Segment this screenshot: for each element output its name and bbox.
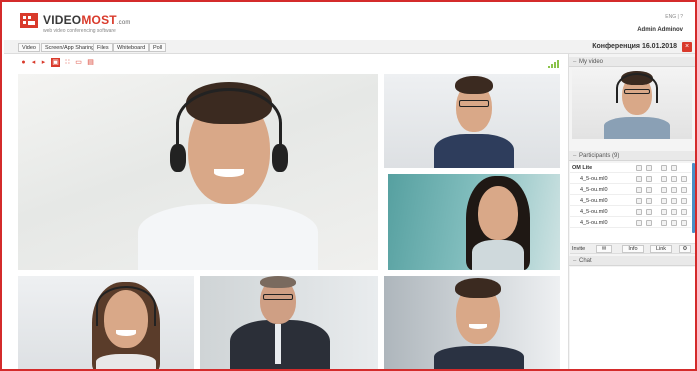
info-button[interactable]: Info xyxy=(622,245,644,253)
camera-toggle-icon[interactable] xyxy=(646,165,652,171)
participants-header[interactable]: – Participants (9) xyxy=(569,151,695,161)
remove-icon[interactable] xyxy=(681,187,687,193)
participant-name: OM Lite xyxy=(572,165,593,171)
signal-strength-icon xyxy=(548,60,560,68)
invite-email-button[interactable]: ✉ xyxy=(596,245,612,253)
participant-name: 4_5-ou.ml0 xyxy=(580,187,608,193)
participant-row[interactable]: 4_5-ou.ml0 xyxy=(570,218,691,228)
video-tile-participant-5[interactable] xyxy=(200,276,378,369)
tab-screen-sharing[interactable]: Screen/App Sharing xyxy=(41,43,99,52)
tabs-bar: Video Screen/App Sharing Files Whiteboar… xyxy=(4,40,695,54)
self-video-feed xyxy=(602,69,672,139)
logo-tagline: web video conferencing software xyxy=(43,28,116,34)
chat-header-label: Chat xyxy=(579,258,592,264)
participant-video-feed xyxy=(78,276,178,369)
media-toolbar: ● ◂ ▸ ▣ ∷ ▭ ▤ xyxy=(4,54,566,70)
logo-main: VIDEO xyxy=(43,13,82,27)
app-window: VIDEOMOST.com web video conferencing sof… xyxy=(0,0,697,371)
side-panel: – My video – Participants (9) OM Lite 4_… xyxy=(568,54,695,369)
mic-toggle-icon[interactable] xyxy=(636,187,642,193)
remove-icon[interactable] xyxy=(681,176,687,182)
remove-icon[interactable] xyxy=(681,209,687,215)
language-help-links[interactable]: ENG | ? xyxy=(665,14,683,20)
screen-icon[interactable] xyxy=(661,198,667,204)
participant-video-feed xyxy=(220,276,340,369)
participant-video-feed xyxy=(424,276,534,369)
microphone-icon[interactable]: ● xyxy=(20,59,27,66)
my-video-header[interactable]: – My video xyxy=(569,57,695,67)
screen-icon[interactable] xyxy=(661,176,667,182)
video-tile-participant-3[interactable] xyxy=(388,174,560,270)
tab-video[interactable]: Video xyxy=(18,43,40,52)
video-tile-participant-4[interactable] xyxy=(18,276,194,369)
app-header: VIDEOMOST.com web video conferencing sof… xyxy=(4,4,695,40)
chat-messages-area[interactable] xyxy=(570,267,695,369)
settings-icon[interactable]: ⚙ xyxy=(679,245,691,253)
video-tile-main-speaker[interactable] xyxy=(18,74,378,270)
menu-icon[interactable] xyxy=(671,198,677,204)
record-icon[interactable]: ▤ xyxy=(87,59,94,66)
mic-toggle-icon[interactable] xyxy=(636,198,642,204)
user-name[interactable]: Admin Adminov xyxy=(637,27,683,33)
invite-label: Invite xyxy=(572,246,586,252)
remove-icon[interactable] xyxy=(681,220,687,226)
screen-icon[interactable] xyxy=(661,220,667,226)
screen-icon[interactable] xyxy=(661,187,667,193)
participant-name: 4_5-ou.ml0 xyxy=(580,198,608,204)
tab-files[interactable]: Files xyxy=(93,43,113,52)
menu-icon[interactable] xyxy=(671,165,677,171)
link-button[interactable]: Link xyxy=(650,245,672,253)
invite-bar: Invite ✉ Info Link ⚙ xyxy=(570,243,695,254)
tab-whiteboard[interactable]: Whiteboard xyxy=(113,43,150,52)
participant-row[interactable]: 4_5-ou.ml0 xyxy=(570,207,691,217)
participants-list: OM Lite 4_5-ou.ml0 4_5-ou.ml0 4_5-ou.ml0… xyxy=(570,163,695,243)
menu-icon[interactable] xyxy=(671,209,677,215)
logo-accent: MOST xyxy=(81,13,117,27)
mic-toggle-icon[interactable] xyxy=(636,176,642,182)
participant-name: 4_5-ou.ml0 xyxy=(580,220,608,226)
logo-wordmark: VIDEOMOST.com xyxy=(43,13,131,27)
participant-row[interactable]: 4_5-ou.ml0 xyxy=(570,196,691,206)
screen-icon[interactable] xyxy=(661,209,667,215)
camera-toggle-icon[interactable] xyxy=(646,209,652,215)
participant-row[interactable]: 4_5-ou.ml0 xyxy=(570,185,691,195)
participant-row[interactable]: 4_5-ou.ml0 xyxy=(570,174,691,184)
screen-icon[interactable] xyxy=(661,165,667,171)
fullscreen-icon[interactable]: ▭ xyxy=(75,59,82,66)
mic-toggle-icon[interactable] xyxy=(636,165,642,171)
camera-toggle-icon[interactable] xyxy=(646,176,652,182)
layout-active-icon[interactable]: ▣ xyxy=(51,58,60,67)
video-tile-participant-6[interactable] xyxy=(384,276,560,369)
videomost-logo-icon xyxy=(20,13,38,28)
participant-name: 4_5-ou.ml0 xyxy=(580,176,608,182)
participants-scrollbar[interactable] xyxy=(692,163,695,233)
remove-icon[interactable] xyxy=(681,198,687,204)
speaker-icon[interactable]: ◂ xyxy=(30,59,37,66)
menu-icon[interactable] xyxy=(671,176,677,182)
camera-toggle-icon[interactable] xyxy=(646,198,652,204)
menu-icon[interactable] xyxy=(671,220,677,226)
my-video-preview xyxy=(572,69,692,139)
video-tile-participant-2[interactable] xyxy=(384,74,560,168)
participant-name: 4_5-ou.ml0 xyxy=(580,209,608,215)
participant-video-feed xyxy=(424,74,524,168)
mic-toggle-icon[interactable] xyxy=(636,220,642,226)
chat-header[interactable]: – Chat xyxy=(569,256,695,266)
mic-toggle-icon[interactable] xyxy=(636,209,642,215)
my-video-header-label: My video xyxy=(579,59,604,65)
camera-toggle-icon[interactable] xyxy=(646,220,652,226)
logo-suffix: .com xyxy=(116,20,131,26)
menu-icon[interactable] xyxy=(671,187,677,193)
camera-toggle-icon[interactable] xyxy=(646,187,652,193)
video-grid xyxy=(4,70,566,369)
participants-header-label: Participants (9) xyxy=(579,153,620,159)
participant-video-feed xyxy=(128,74,328,270)
grid-icon[interactable]: ∷ xyxy=(64,59,71,66)
conference-title: Конференция 16.01.2018 xyxy=(592,43,677,50)
camera-icon[interactable]: ▸ xyxy=(40,59,47,66)
tab-poll[interactable]: Poll xyxy=(149,43,167,52)
close-icon[interactable]: × xyxy=(682,42,692,52)
participant-row[interactable]: OM Lite xyxy=(570,163,691,173)
participant-video-feed xyxy=(448,174,548,270)
